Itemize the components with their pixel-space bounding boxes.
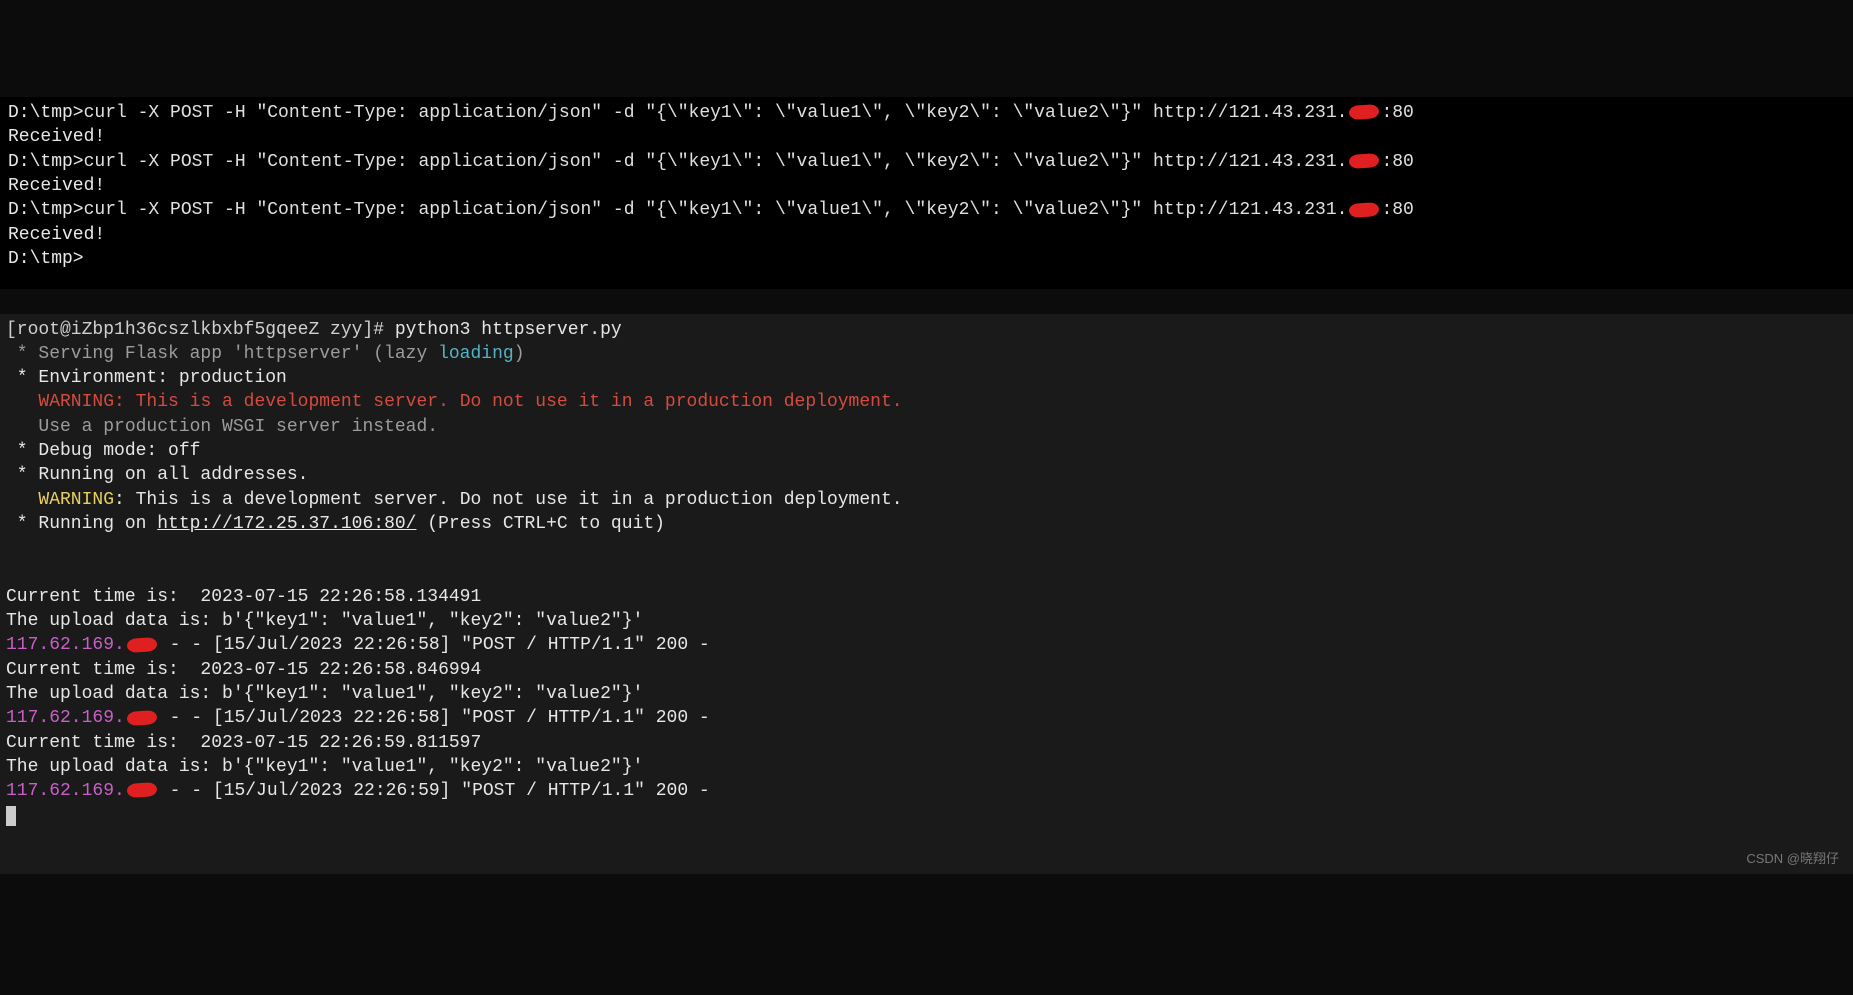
flask-running-on: * Running on http://172.25.37.106:80/ (P… xyxy=(6,514,665,534)
curl-port: :80 xyxy=(1381,152,1413,172)
shell-line: [root@iZbp1h36cszlkbxbf5gqeeZ zyy]# pyth… xyxy=(6,320,622,340)
flask-running-all: * Running on all addresses. xyxy=(6,465,308,485)
req-log-3: 117.62.169. - - [15/Jul/2023 22:26:59] "… xyxy=(6,781,710,801)
flask-warning-1: WARNING: This is a development server. D… xyxy=(6,392,903,412)
client-ip: 117.62.169. xyxy=(6,781,125,801)
redacted-ip-icon xyxy=(125,781,159,799)
req-log-1: 117.62.169. - - [15/Jul/2023 22:26:58] "… xyxy=(6,635,710,655)
redacted-ip-icon xyxy=(125,709,159,727)
req-time-1: Current time is: 2023-07-15 22:26:58.134… xyxy=(6,587,481,607)
req-time-2: Current time is: 2023-07-15 22:26:58.846… xyxy=(6,660,481,680)
flask-serving: * Serving Flask app 'httpserver' (lazy l… xyxy=(6,344,525,364)
flask-warning-2: WARNING: This is a development server. D… xyxy=(6,490,903,510)
prompt-idle[interactable]: D:\tmp> xyxy=(8,249,84,269)
redacted-ip-icon xyxy=(1347,201,1381,219)
cursor-icon xyxy=(6,806,16,826)
req-data-1: The upload data is: b'{"key1": "value1",… xyxy=(6,611,643,631)
prompt: D:\tmp> xyxy=(8,152,84,172)
linux-terminal[interactable]: [root@iZbp1h36cszlkbxbf5gqeeZ zyy]# pyth… xyxy=(0,314,1853,874)
server-url[interactable]: http://172.25.37.106:80/ xyxy=(157,514,416,534)
prompt: D:\tmp> xyxy=(8,200,84,220)
watermark: CSDN @晓翔仔 xyxy=(1746,850,1839,868)
flask-env: * Environment: production xyxy=(6,368,287,388)
client-ip: 117.62.169. xyxy=(6,635,125,655)
response-1: Received! xyxy=(8,127,105,147)
req-data-2: The upload data is: b'{"key1": "value1",… xyxy=(6,684,643,704)
prompt: D:\tmp> xyxy=(8,103,84,123)
shell-command: python3 httpserver.py xyxy=(395,320,622,340)
curl-command: curl -X POST -H "Content-Type: applicati… xyxy=(84,200,1348,220)
cmd-line-2: D:\tmp>curl -X POST -H "Content-Type: ap… xyxy=(8,152,1414,172)
curl-command: curl -X POST -H "Content-Type: applicati… xyxy=(84,103,1348,123)
req-time-3: Current time is: 2023-07-15 22:26:59.811… xyxy=(6,733,481,753)
cmd-line-1: D:\tmp>curl -X POST -H "Content-Type: ap… xyxy=(8,103,1414,123)
response-2: Received! xyxy=(8,176,105,196)
flask-debug: * Debug mode: off xyxy=(6,441,200,461)
flask-use-prod: Use a production WSGI server instead. xyxy=(6,417,438,437)
shell-prompt: [root@iZbp1h36cszlkbxbf5gqeeZ zyy]# xyxy=(6,320,395,340)
redacted-ip-icon xyxy=(125,636,159,654)
windows-terminal[interactable]: D:\tmp>curl -X POST -H "Content-Type: ap… xyxy=(0,97,1853,289)
req-log-2: 117.62.169. - - [15/Jul/2023 22:26:58] "… xyxy=(6,708,710,728)
req-data-3: The upload data is: b'{"key1": "value1",… xyxy=(6,757,643,777)
cmd-line-3: D:\tmp>curl -X POST -H "Content-Type: ap… xyxy=(8,200,1414,220)
response-3: Received! xyxy=(8,225,105,245)
curl-port: :80 xyxy=(1381,103,1413,123)
curl-command: curl -X POST -H "Content-Type: applicati… xyxy=(84,152,1348,172)
client-ip: 117.62.169. xyxy=(6,708,125,728)
curl-port: :80 xyxy=(1381,200,1413,220)
redacted-ip-icon xyxy=(1347,152,1381,170)
redacted-ip-icon xyxy=(1347,103,1381,121)
